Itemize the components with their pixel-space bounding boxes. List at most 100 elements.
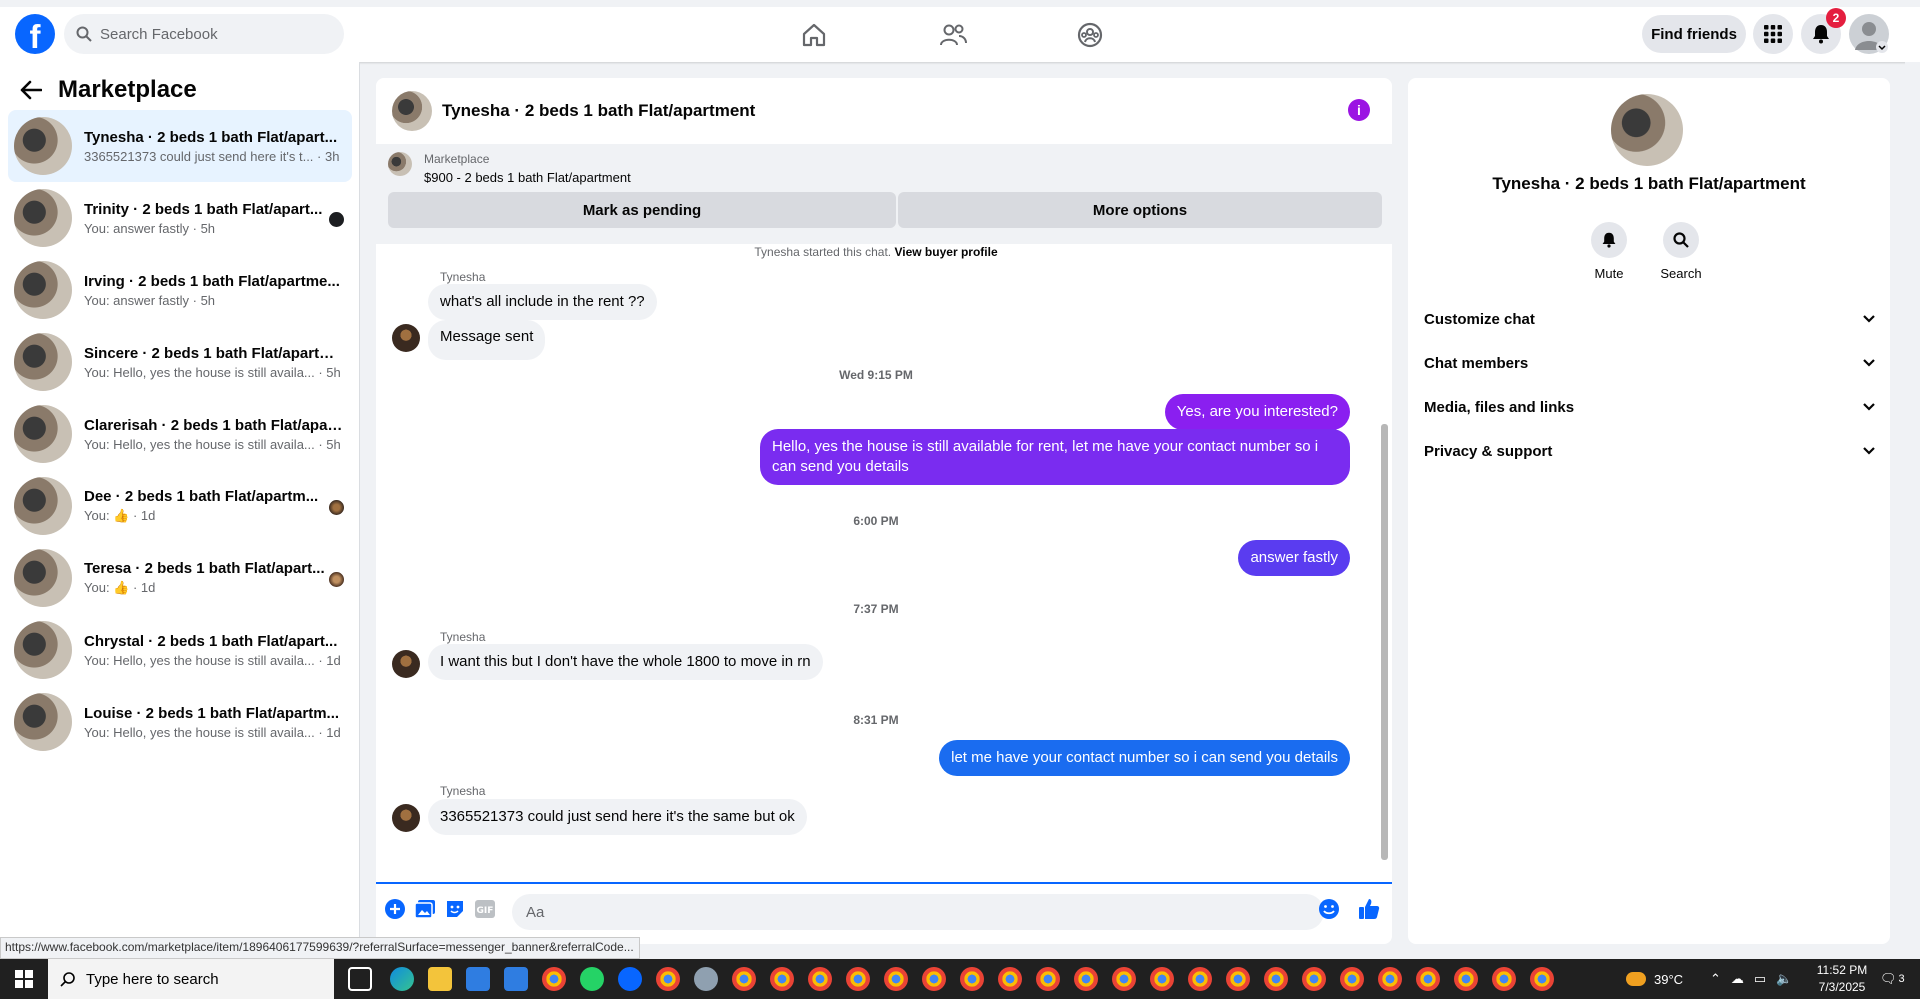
chrome-profile-icon[interactable] — [960, 967, 984, 991]
conversation-item[interactable]: Sincere · 2 beds 1 bath Flat/apartm... Yo… — [8, 326, 352, 398]
friends-icon[interactable] — [933, 19, 973, 51]
mail-icon[interactable] — [504, 967, 528, 991]
listing-thumbnail — [14, 477, 72, 535]
conversation-item[interactable]: Trinity · 2 beds 1 bath Flat/apart... You… — [8, 182, 352, 254]
chrome-profile-icon[interactable] — [1530, 967, 1554, 991]
more-options-button[interactable]: More options — [898, 192, 1382, 228]
chrome-profile-icon[interactable] — [1492, 967, 1516, 991]
file-explorer-icon[interactable] — [428, 967, 452, 991]
info-icon[interactable]: i — [1348, 99, 1370, 121]
outgoing-message[interactable]: Hello, yes the house is still available … — [760, 429, 1350, 485]
system-tray[interactable]: ⌃ ☁ ▭ 🔈 — [1710, 959, 1792, 999]
account-avatar[interactable] — [1849, 14, 1889, 54]
thumbs-up-icon[interactable] — [1358, 898, 1380, 920]
view-buyer-profile-link[interactable]: View buyer profile — [894, 245, 997, 259]
app-icon[interactable] — [694, 967, 718, 991]
chrome-profile-icon[interactable] — [1150, 967, 1174, 991]
privacy-support-section[interactable]: Privacy & support — [1424, 436, 1876, 466]
chrome-profile-icon[interactable] — [884, 967, 908, 991]
find-friends-button[interactable]: Find friends — [1642, 15, 1746, 53]
add-actions-icon[interactable] — [384, 898, 406, 920]
notification-center-icon[interactable]: 🗨 3 — [1880, 959, 1905, 999]
incoming-message[interactable]: what's all include in the rent ?? — [428, 284, 657, 320]
volume-icon[interactable]: 🔈 — [1776, 971, 1792, 987]
store-icon[interactable] — [466, 967, 490, 991]
chrome-profile-icon[interactable] — [1340, 967, 1364, 991]
chrome-profile-icon[interactable] — [1454, 967, 1478, 991]
chrome-profile-icon[interactable] — [998, 967, 1022, 991]
facebook-app-icon[interactable] — [618, 967, 642, 991]
sender-avatar[interactable] — [392, 650, 420, 678]
windows-start-icon[interactable] — [0, 959, 48, 999]
chrome-profile-icon[interactable] — [1036, 967, 1060, 991]
weather-widget[interactable]: 39°C — [1626, 959, 1683, 999]
chat-members-section[interactable]: Chat members — [1424, 348, 1876, 378]
sticker-icon[interactable] — [444, 898, 466, 920]
chrome-profile-icon[interactable] — [922, 967, 946, 991]
photo-icon[interactable] — [414, 898, 436, 920]
chat-title[interactable]: Tynesha · 2 beds 1 bath Flat/apartment — [442, 101, 755, 121]
chrome-icon[interactable] — [542, 967, 566, 991]
listing-price-title[interactable]: $900 - 2 beds 1 bath Flat/apartment — [424, 170, 631, 185]
chrome-profile-icon[interactable] — [1188, 967, 1212, 991]
conversation-item[interactable]: Louise · 2 beds 1 bath Flat/apartm... You… — [8, 686, 352, 758]
edge-icon[interactable] — [390, 967, 414, 991]
mark-as-pending-button[interactable]: Mark as pending — [388, 192, 896, 228]
conversation-title: Dee · 2 beds 1 bath Flat/apartm... — [84, 488, 319, 505]
conversation-item[interactable]: Dee · 2 beds 1 bath Flat/apartm... You: 👍… — [8, 470, 352, 542]
mute-button[interactable]: Mute — [1579, 222, 1639, 281]
conversation-item[interactable]: Tynesha · 2 beds 1 bath Flat/apart... 336… — [8, 110, 352, 182]
page-scrollbar[interactable] — [1905, 62, 1920, 959]
conversation-item[interactable]: Clarerisah · 2 beds 1 bath Flat/apar... Y… — [8, 398, 352, 470]
facebook-search-input[interactable]: Search Facebook — [64, 14, 344, 54]
chrome-profile-icon[interactable] — [656, 967, 680, 991]
chrome-profile-icon[interactable] — [1074, 967, 1098, 991]
facebook-logo[interactable]: f — [15, 14, 55, 54]
onedrive-icon[interactable]: ☁ — [1731, 971, 1744, 987]
chrome-profile-icon[interactable] — [846, 967, 870, 991]
chrome-profile-icon[interactable] — [808, 967, 832, 991]
chrome-profile-icon[interactable] — [1226, 967, 1250, 991]
conversation-item[interactable]: Teresa · 2 beds 1 bath Flat/apart... You:… — [8, 542, 352, 614]
outgoing-message[interactable]: answer fastly — [1238, 540, 1350, 576]
system-clock[interactable]: 11:52 PM 7/3/2025 — [1808, 962, 1876, 996]
outgoing-message[interactable]: let me have your contact number so i can… — [939, 740, 1350, 776]
search-in-chat-button[interactable]: Search — [1651, 222, 1711, 281]
incoming-message[interactable]: 3365521373 could just send here it's the… — [428, 799, 807, 835]
taskbar-search-input[interactable]: Type here to search — [48, 959, 334, 999]
chrome-profile-icon[interactable] — [1416, 967, 1440, 991]
home-icon[interactable] — [794, 19, 834, 51]
incoming-message[interactable]: Message sent — [428, 320, 546, 360]
conversation-item[interactable]: Chrystal · 2 beds 1 bath Flat/apart... Yo… — [8, 614, 352, 686]
scrollbar-thumb[interactable] — [1381, 424, 1388, 860]
sender-avatar[interactable] — [392, 324, 420, 352]
message-scrollbar[interactable] — [1376, 244, 1392, 884]
chrome-profile-icon[interactable] — [1112, 967, 1136, 991]
outgoing-message[interactable]: Yes, are you interested? — [1164, 394, 1350, 430]
chrome-profile-icon[interactable] — [1378, 967, 1402, 991]
whatsapp-icon[interactable] — [580, 967, 604, 991]
customize-chat-section[interactable]: Customize chat — [1424, 304, 1876, 334]
chevron-up-icon[interactable]: ⌃ — [1710, 971, 1721, 987]
groups-icon[interactable] — [1070, 19, 1110, 51]
chat-listing-thumbnail[interactable] — [392, 91, 432, 131]
chrome-profile-icon[interactable] — [770, 967, 794, 991]
sender-avatar[interactable] — [392, 804, 420, 832]
task-view-icon[interactable] — [348, 967, 372, 991]
banner-listing-thumbnail[interactable] — [388, 152, 412, 176]
emoji-icon[interactable] — [1318, 898, 1340, 920]
network-icon[interactable]: ▭ — [1754, 971, 1766, 987]
menu-grid-icon[interactable] — [1753, 14, 1793, 54]
incoming-message[interactable]: I want this but I don't have the whole 1… — [428, 644, 823, 680]
details-listing-thumbnail[interactable] — [1611, 94, 1683, 166]
message-input[interactable]: Aa — [512, 894, 1324, 930]
chrome-profile-icon[interactable] — [1264, 967, 1288, 991]
media-files-links-section[interactable]: Media, files and links — [1424, 392, 1876, 422]
conversation-snippet: 3365521373 could just send here it's t..… — [84, 148, 340, 164]
gif-icon[interactable]: GIF — [474, 898, 496, 920]
chrome-profile-icon[interactable] — [1302, 967, 1326, 991]
chrome-profile-icon[interactable] — [732, 967, 756, 991]
back-arrow-icon[interactable] — [20, 80, 42, 100]
conversation-item[interactable]: Irving · 2 beds 1 bath Flat/apartme... Yo… — [8, 254, 352, 326]
top-navigation-bar: f Search Facebook Find friends 2 — [0, 0, 1920, 62]
